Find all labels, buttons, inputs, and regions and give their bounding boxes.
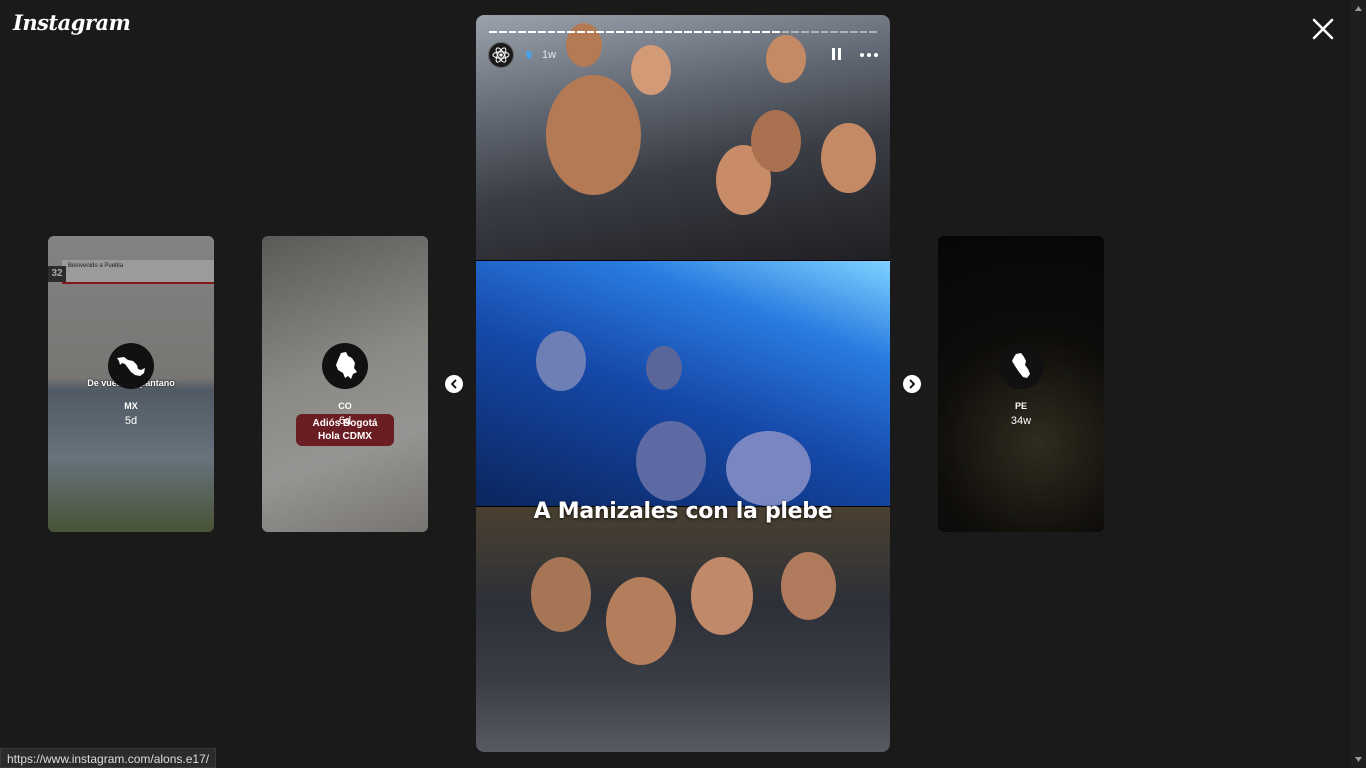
more-options-button[interactable] [860, 49, 878, 61]
story-preview-pe[interactable]: PE 34w [938, 236, 1104, 532]
progress-segment [508, 31, 517, 33]
avatar[interactable] [488, 42, 514, 68]
colombia-map-icon [336, 352, 357, 379]
story-preview-co[interactable]: Adiós Bogotá Hola CDMX CO 6d [262, 236, 428, 532]
progress-segment [528, 31, 536, 33]
progress-segment [567, 31, 575, 33]
progress-segment [771, 31, 780, 33]
progress-segment [849, 31, 858, 33]
progress-segment [801, 31, 809, 33]
story-caption: A Manizales con la plebe [533, 499, 833, 524]
progress-segment [625, 31, 634, 33]
scroll-up-icon[interactable] [1354, 4, 1363, 13]
progress-segment [742, 31, 751, 33]
atom-icon [492, 47, 510, 63]
close-icon [1312, 18, 1334, 40]
scroll-down-icon[interactable] [1354, 755, 1363, 764]
mexico-map-icon [117, 357, 145, 376]
preview-age: 34w [1010, 415, 1032, 427]
progress-segment [762, 31, 770, 33]
progress-segment [635, 31, 643, 33]
progress-segment [840, 31, 848, 33]
story-progress-bar [489, 31, 877, 33]
progress-segment [820, 31, 829, 33]
peru-map-icon [1012, 353, 1030, 378]
progress-segment [489, 31, 497, 33]
avatar [322, 343, 368, 389]
chevron-left-icon [451, 379, 457, 389]
progress-segment [664, 31, 673, 33]
progress-segment [645, 31, 653, 33]
progress-segment [830, 31, 838, 33]
progress-segment [723, 31, 731, 33]
progress-segment [703, 31, 712, 33]
story-photo-2 [476, 261, 890, 506]
previous-story-button[interactable] [445, 375, 463, 393]
progress-segment [615, 31, 624, 33]
avatar [108, 343, 154, 389]
progress-segment [713, 31, 721, 33]
progress-segment [537, 31, 546, 33]
pause-button[interactable] [832, 48, 844, 62]
progress-segment [518, 31, 526, 33]
progress-segment [586, 31, 595, 33]
progress-segment [869, 31, 877, 33]
scrollbar[interactable] [1351, 0, 1366, 768]
story-photo-3 [476, 507, 890, 752]
progress-segment [810, 31, 819, 33]
preview-username: CO [338, 401, 352, 411]
story-preview-mx[interactable]: Bienvenido a Puebla 32 De vuelta al pant… [48, 236, 214, 532]
progress-segment [859, 31, 868, 33]
chevron-right-icon [909, 379, 915, 389]
progress-segment [557, 31, 565, 33]
progress-segment [498, 31, 507, 33]
progress-segment [781, 31, 790, 33]
story-viewer[interactable]: 1w A Manizales con la plebe [476, 15, 890, 752]
avatar [998, 343, 1044, 389]
progress-segment [606, 31, 614, 33]
progress-segment [684, 31, 692, 33]
close-button[interactable] [1310, 16, 1336, 42]
flag-icon [526, 51, 532, 59]
progress-segment [654, 31, 663, 33]
progress-segment [674, 31, 682, 33]
preview-username: MX [124, 401, 138, 411]
progress-segment [693, 31, 702, 33]
pause-icon [832, 48, 835, 60]
preview-age: 6d [338, 415, 352, 427]
instagram-logo[interactable]: Instagram [13, 10, 131, 35]
preview-age: 5d [124, 415, 138, 427]
progress-segment [732, 31, 741, 33]
progress-segment [576, 31, 585, 33]
more-horizontal-icon [860, 53, 864, 57]
status-bar-url: https://www.instagram.com/alons.e17/ [0, 748, 217, 768]
progress-segment [547, 31, 556, 33]
progress-segment [752, 31, 760, 33]
preview-username: PE [1014, 401, 1027, 411]
story-time: 1w [542, 49, 557, 61]
next-story-button[interactable] [903, 375, 921, 393]
progress-segment [596, 31, 604, 33]
story-header: 1w [488, 41, 878, 69]
progress-segment [791, 31, 799, 33]
